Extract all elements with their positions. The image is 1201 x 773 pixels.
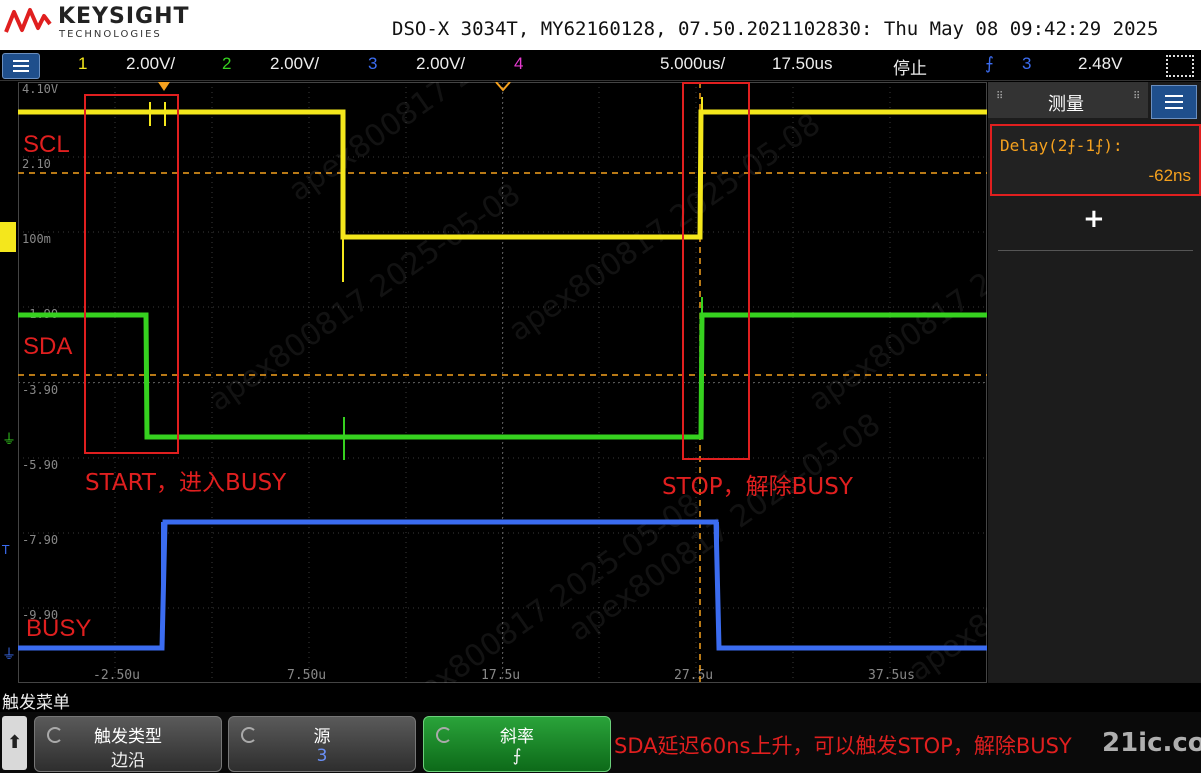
bottom-annotation: SDA延迟60ns上升，可以触发STOP，解除BUSY xyxy=(614,734,1072,758)
measurement-panel-title: 测量 xyxy=(1048,94,1084,115)
x-axis-tick-label: 17.5u xyxy=(481,668,520,683)
x-axis-tick-label: -2.50u xyxy=(93,668,140,683)
watermark-text: apex800817 2025-05-08 xyxy=(283,82,607,209)
softkey-label: 源 xyxy=(313,727,331,747)
y-axis-tick-label: -5.90 xyxy=(22,458,58,472)
run-state[interactable]: 停止 xyxy=(893,54,927,79)
trigger-position-marker-icon xyxy=(158,82,170,91)
timebase-scale[interactable]: 5.000us/ xyxy=(660,54,725,74)
measurement-panel: ⠿ 测量 ⠿ Delay(2⨍-1⨍): -62ns + xyxy=(988,82,1201,683)
brand-name: KEYSIGHT xyxy=(58,4,190,29)
menu-title: 触发菜单 xyxy=(2,693,70,713)
menu-title-bar: 触发菜单 xyxy=(0,684,1201,713)
softkey-label: 触发类型 xyxy=(94,727,162,747)
softkey-source[interactable]: 源 3 xyxy=(228,716,416,772)
ch4-number[interactable]: 4 xyxy=(514,54,523,74)
ch2-number[interactable]: 2 xyxy=(222,54,231,74)
measurement-value: -62ns xyxy=(1148,166,1191,185)
ch2-scale[interactable]: 2.00V/ xyxy=(270,54,319,74)
panel-menu-icon[interactable] xyxy=(1151,85,1197,119)
add-measurement-button[interactable]: + xyxy=(1083,204,1105,234)
watermark-text: apex800817 2025-05-08 xyxy=(503,107,827,349)
drag-grip-icon[interactable]: ⠿ xyxy=(996,92,1004,106)
ch3-ground-marker-icon[interactable]: ⏚ xyxy=(2,647,16,663)
softkey-label: 斜率 xyxy=(500,727,534,747)
x-axis-tick-label: 37.5us xyxy=(868,668,915,683)
y-axis-tick-label: -3.90 xyxy=(22,383,58,397)
ch1-scale[interactable]: 2.00V/ xyxy=(126,54,175,74)
softkey-trigger-type[interactable]: 触发类型 边沿 xyxy=(34,716,222,772)
y-axis-tick-label: 4.10V xyxy=(22,82,58,96)
keysight-logo-icon xyxy=(4,8,52,33)
x-axis-labels: -2.50u 7.50u 17.5u 27.5u 37.5us xyxy=(93,668,915,683)
slope-rising-icon: ⨍ xyxy=(512,746,522,766)
brand-subtitle: TECHNOLOGIES xyxy=(59,29,162,40)
main-menu-button[interactable] xyxy=(2,53,40,79)
softkey-value: 3 xyxy=(316,746,328,766)
busy-label: BUSY xyxy=(26,615,91,642)
menu-up-button[interactable]: ⬆ xyxy=(2,716,27,770)
auto-scale-icon[interactable] xyxy=(1166,55,1194,77)
trigger-level-marker-icon[interactable]: T xyxy=(1,543,10,557)
panel-divider xyxy=(998,250,1193,251)
stop-annotation: STOP，解除BUSY xyxy=(662,474,854,500)
start-highlight-box xyxy=(84,94,179,454)
trigger-slope-icon: ⨍ xyxy=(985,54,994,73)
drag-grip-icon[interactable]: ⠿ xyxy=(1133,92,1141,106)
softkey-slope[interactable]: 斜率 ⨍ xyxy=(423,716,611,772)
x-axis-tick-label: 7.50u xyxy=(287,668,326,683)
x-axis-tick-label: 27.5u xyxy=(674,668,713,683)
y-axis-tick-label: -7.90 xyxy=(22,533,58,547)
ch3-scale[interactable]: 2.00V/ xyxy=(416,54,465,74)
instrument-info: DSO-X 3034T, MY62160128, 07.50.202110283… xyxy=(392,18,1159,40)
scl-label: SCL xyxy=(23,131,70,158)
sda-label: SDA xyxy=(23,333,72,360)
stop-highlight-box xyxy=(682,82,750,460)
softkey-value: 边沿 xyxy=(111,751,145,771)
trigger-level[interactable]: 2.48V xyxy=(1078,54,1122,74)
trigger-source[interactable]: 3 xyxy=(1022,54,1031,74)
y-axis-tick-label: 2.10 xyxy=(22,157,51,171)
ch2-ground-marker-icon[interactable]: ⏚ xyxy=(2,432,16,448)
watermark-text: apex800817 2025-05-08 xyxy=(563,407,887,649)
y-axis-tick-label: 100m xyxy=(22,232,51,246)
delay-measurement-item[interactable]: Delay(2⨍-1⨍): -62ns xyxy=(990,124,1201,196)
site-watermark: 21ic.com xyxy=(1102,728,1201,758)
start-annotation: START，进入BUSY xyxy=(85,470,287,496)
ch1-ground-marker-icon[interactable] xyxy=(0,222,16,252)
waveform-display[interactable]: 4.10V 2.10 100m -1.90 -3.90 -5.90 -7.90 -9.90 -… xyxy=(18,0,1201,729)
channel-status-bar: 1 2.00V/ 2 2.00V/ 3 2.00V/ 4 5.000us/ 17… xyxy=(0,50,1201,81)
channel-marker-strip: ⏚ T ⏚ xyxy=(0,82,18,683)
ch3-number[interactable]: 3 xyxy=(368,54,377,74)
measurement-label: Delay(2⨍-1⨍): xyxy=(1000,136,1123,155)
ch1-number[interactable]: 1 xyxy=(78,54,87,74)
measurement-panel-header[interactable]: ⠿ 测量 ⠿ xyxy=(988,82,1148,118)
instrument-header: KEYSIGHT TECHNOLOGIES DSO-X 3034T, MY621… xyxy=(0,0,1201,50)
time-delay[interactable]: 17.50us xyxy=(772,54,833,74)
